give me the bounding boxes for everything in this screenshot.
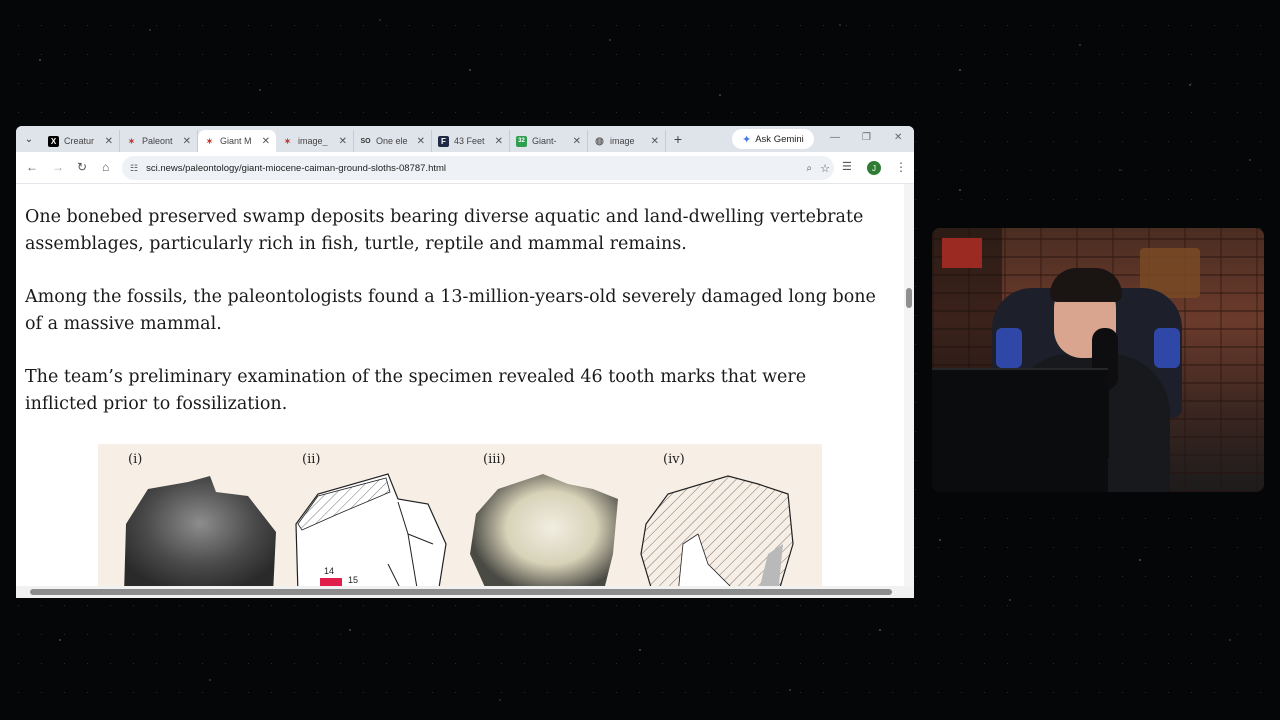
- tab-title: image: [610, 136, 635, 146]
- globe-icon: ◍: [595, 135, 604, 147]
- tab-1[interactable]: X Creatur ✕: [42, 130, 120, 152]
- tab-5[interactable]: SO One ele ✕: [354, 130, 432, 152]
- vertical-scroll-thumb[interactable]: [906, 288, 912, 308]
- tab-title: image_: [298, 136, 328, 146]
- shelf-object: [942, 238, 982, 268]
- tab-close-icon[interactable]: ✕: [573, 136, 581, 147]
- so-favicon-icon: SO: [360, 137, 371, 145]
- tab-close-icon[interactable]: ✕: [105, 136, 113, 147]
- tab-close-icon[interactable]: ✕: [417, 136, 425, 147]
- tab-title: One ele: [376, 136, 408, 146]
- person-hair: [1050, 268, 1122, 302]
- tab-title: 43 Feet: [454, 136, 485, 146]
- specimen-photo-i: [124, 476, 276, 589]
- tab-strip: ⌄ X Creatur ✕ ✶ Paleont ✕ ✶ Giant M ✕ ✶ …: [16, 126, 914, 152]
- reload-icon[interactable]: ↻: [77, 160, 87, 174]
- window-close-icon[interactable]: ✕: [894, 132, 902, 143]
- ask-gemini-button[interactable]: ✦ Ask Gemini: [732, 129, 814, 149]
- tab-close-icon[interactable]: ✕: [262, 136, 270, 147]
- tab-close-icon[interactable]: ✕: [339, 136, 347, 147]
- minimize-icon[interactable]: —: [830, 132, 840, 143]
- sci-news-favicon-icon: ✶: [284, 136, 291, 146]
- monitor: [932, 368, 1108, 492]
- chair-accent: [996, 328, 1022, 368]
- bookmark-star-icon[interactable]: ☆: [820, 162, 830, 175]
- article-paragraph: The team’s preliminary examination of th…: [25, 367, 807, 414]
- green-favicon-icon: 32: [516, 135, 527, 147]
- restore-icon[interactable]: ❐: [862, 132, 871, 143]
- page-content: One bonebed preserved swamp deposits bea…: [16, 184, 914, 589]
- forward-arrow-icon[interactable]: →: [52, 160, 64, 174]
- profile-avatar[interactable]: J: [867, 161, 881, 175]
- tab-close-icon[interactable]: ✕: [495, 136, 503, 147]
- back-arrow-icon[interactable]: ←: [26, 160, 38, 174]
- horizontal-scrollbar[interactable]: [16, 586, 914, 598]
- article-paragraph: Among the fossils, the paleontologists f…: [25, 287, 876, 334]
- sci-news-favicon-icon: ✶: [128, 136, 135, 146]
- x-logo-icon: X: [48, 135, 59, 147]
- tab-title: Giant-: [532, 136, 557, 146]
- vertical-scrollbar[interactable]: [904, 184, 914, 589]
- tab-4[interactable]: ✶ image_ ✕: [276, 130, 354, 152]
- more-menu-icon[interactable]: ⋮: [895, 160, 907, 174]
- gemini-sparkle-icon: ✦: [742, 133, 752, 146]
- fossil-figure: (i) (ii) (iii) (iv) 14 15: [98, 444, 822, 589]
- tab-title: Creatur: [64, 136, 95, 146]
- tab-6[interactable]: F 43 Feet ✕: [432, 130, 510, 152]
- tab-title: Giant M: [220, 136, 252, 146]
- url-text: sci.news/paleontology/giant-miocene-caim…: [146, 162, 447, 174]
- tab-close-icon[interactable]: ✕: [183, 136, 191, 147]
- new-tab-plus-icon[interactable]: +: [666, 131, 690, 147]
- fossil-drawings: [124, 473, 794, 589]
- home-icon[interactable]: ⌂: [102, 160, 109, 174]
- tab-3-active[interactable]: ✶ Giant M ✕: [198, 130, 276, 152]
- f-favicon-icon: F: [438, 135, 449, 147]
- webcam-overlay: [932, 228, 1264, 492]
- browser-toolbar: ← → ↻ ⌂ ☷ sci.news/paleontology/giant-mi…: [16, 152, 914, 184]
- reading-mode-icon[interactable]: ☰: [842, 160, 852, 173]
- tab-8[interactable]: ◍ image ✕: [588, 130, 666, 152]
- horizontal-scroll-thumb[interactable]: [30, 589, 892, 595]
- specimen-photo-iii: [470, 474, 618, 589]
- zoom-magnifier-icon[interactable]: ⌕: [806, 163, 812, 174]
- sci-news-favicon-icon: ✶: [206, 136, 213, 146]
- tab-2[interactable]: ✶ Paleont ✕: [120, 130, 198, 152]
- tab-close-icon[interactable]: ✕: [651, 136, 659, 147]
- tooth-mark-number: 14: [324, 566, 335, 576]
- tab-7[interactable]: 32 Giant- ✕: [510, 130, 588, 152]
- address-bar[interactable]: ☷ sci.news/paleontology/giant-miocene-ca…: [122, 156, 834, 180]
- chair-accent: [1154, 328, 1180, 368]
- ask-gemini-label: Ask Gemini: [755, 133, 804, 145]
- site-info-icon[interactable]: ☷: [130, 163, 138, 174]
- tab-title: Paleont: [142, 136, 173, 146]
- article-paragraph: One bonebed preserved swamp deposits bea…: [25, 207, 864, 254]
- tab-search-chevron-icon[interactable]: ⌄: [16, 126, 42, 152]
- tooth-mark-number: 15: [348, 575, 359, 585]
- browser-window: ⌄ X Creatur ✕ ✶ Paleont ✕ ✶ Giant M ✕ ✶ …: [16, 126, 914, 598]
